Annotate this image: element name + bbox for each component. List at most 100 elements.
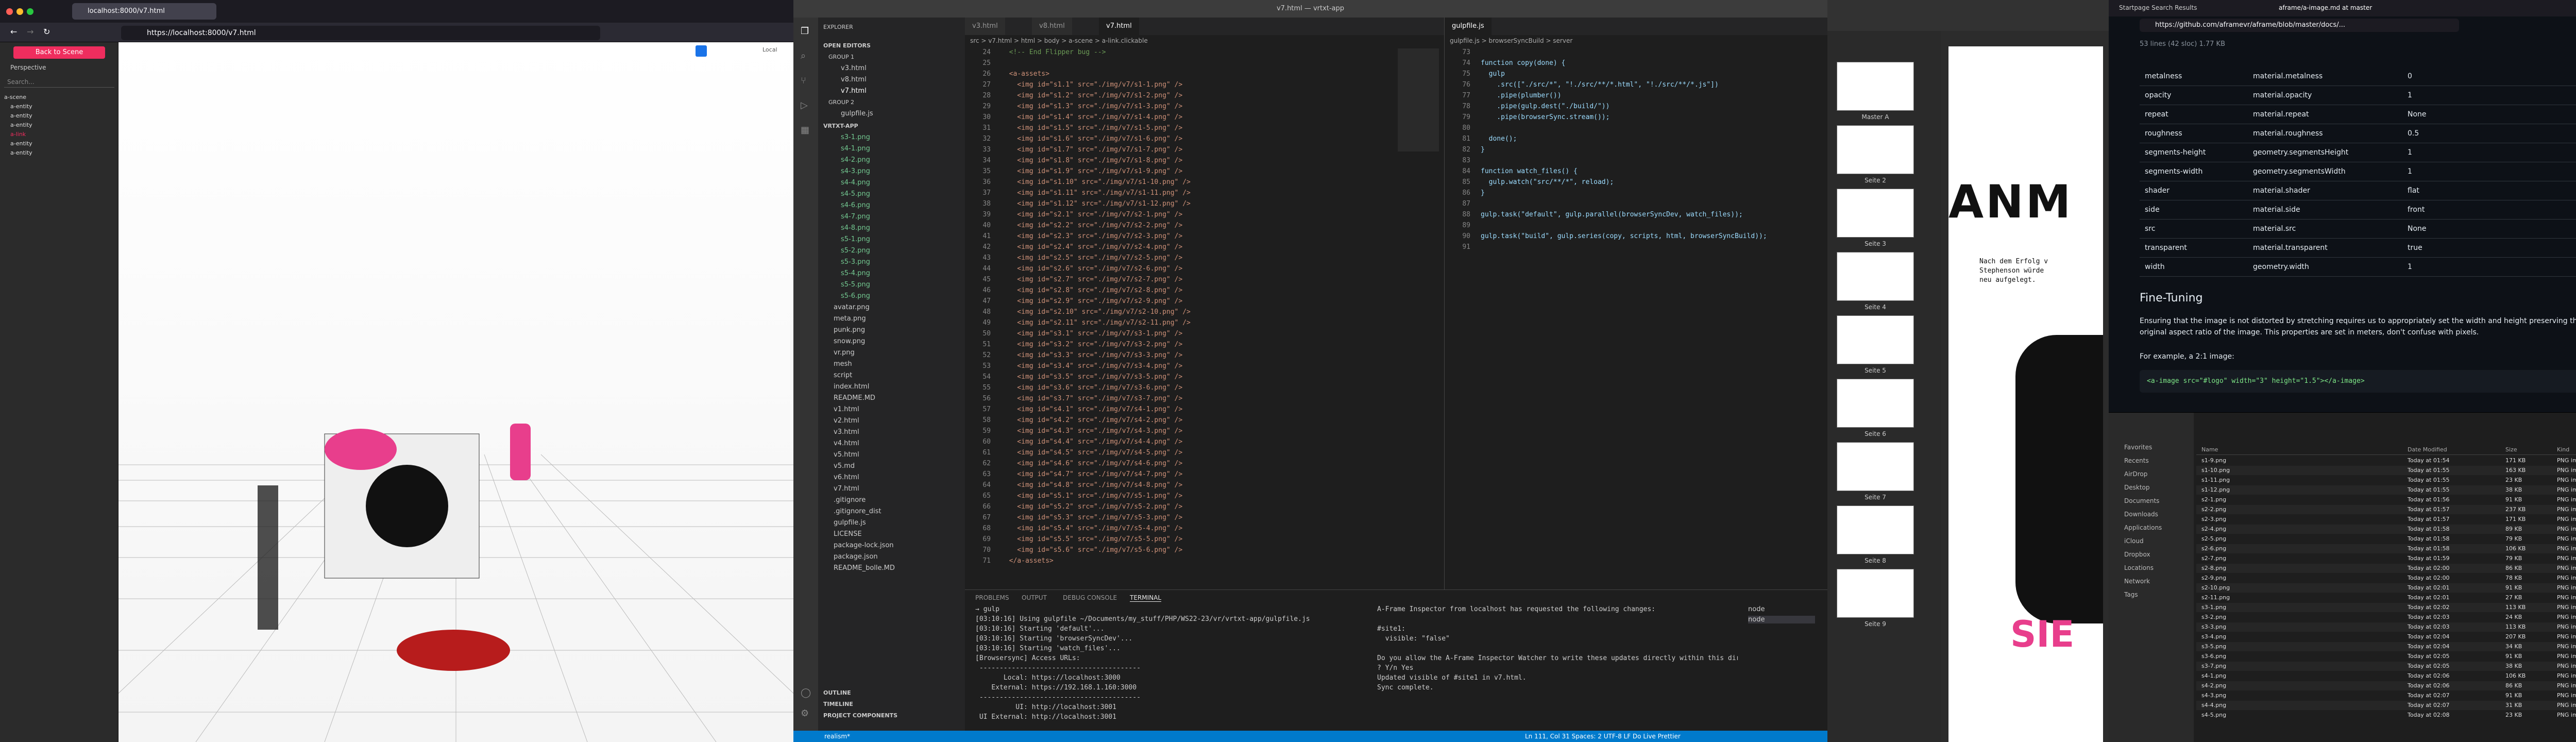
- file-item[interactable]: .gitignore_dist: [834, 506, 881, 517]
- file-row[interactable]: s2-6.png Today at 01:58 106 KB PNG image: [2196, 544, 2576, 553]
- file-item[interactable]: mesh: [834, 359, 852, 370]
- file-item[interactable]: s4-6.png: [841, 200, 870, 211]
- tree-item[interactable]: a-entity: [10, 112, 32, 119]
- close-icon[interactable]: [6, 8, 13, 15]
- file-item[interactable]: s5-1.png: [841, 234, 870, 245]
- file-row[interactable]: s3-4.png Today at 02:04 207 KB PNG image: [2196, 632, 2576, 642]
- open-file[interactable]: v7.html: [841, 86, 867, 97]
- breadcrumb-2[interactable]: gulpfile.js > browserSyncBuild > server: [1450, 37, 1572, 44]
- gear-icon[interactable]: ⚙: [801, 708, 809, 719]
- tree-item[interactable]: a-entity: [10, 103, 32, 110]
- project-header[interactable]: VRTXT-APP: [823, 121, 858, 132]
- tree-item[interactable]: a-entity: [10, 122, 32, 128]
- file-row[interactable]: s1-10.png Today at 01:55 163 KB PNG image: [2196, 466, 2576, 475]
- page-thumbnail[interactable]: [1837, 379, 1914, 428]
- file-row[interactable]: s3-3.png Today at 02:03 113 KB PNG image: [2196, 622, 2576, 632]
- file-row[interactable]: s2-2.png Today at 01:57 237 KB PNG image: [2196, 505, 2576, 514]
- browser-tab[interactable]: Startpage Search Results: [2119, 4, 2274, 11]
- editor-html[interactable]: v3.html v8.html v7.html src > v7.html > …: [965, 18, 1444, 589]
- breadcrumb[interactable]: src > v7.html > html > body > a-scene > …: [970, 37, 1148, 44]
- tab-output[interactable]: OUTPUT: [1022, 594, 1047, 601]
- back-to-scene-button[interactable]: Back to Scene: [13, 46, 105, 59]
- browser-tab[interactable]: localhost:8000/v7.html: [72, 3, 216, 20]
- forward-icon[interactable]: →: [27, 27, 33, 37]
- search-input[interactable]: Search...: [4, 76, 114, 88]
- file-row[interactable]: s4-4.png Today at 02:07 31 KB PNG image: [2196, 701, 2576, 710]
- outline-header[interactable]: OUTLINE: [823, 687, 851, 699]
- maximize-icon[interactable]: [27, 8, 33, 15]
- file-item[interactable]: index.html: [834, 381, 869, 393]
- col-kind[interactable]: Kind: [2557, 446, 2569, 453]
- minimap[interactable]: [1398, 48, 1439, 151]
- file-row[interactable]: s4-2.png Today at 02:06 86 KB PNG image: [2196, 681, 2576, 690]
- page-thumbnail[interactable]: [1837, 125, 1914, 174]
- file-row[interactable]: s1-11.png Today at 01:55 23 KB PNG image: [2196, 476, 2576, 485]
- file-item[interactable]: avatar.png: [834, 302, 870, 313]
- move-tool-icon[interactable]: [696, 45, 707, 57]
- file-item[interactable]: s4-7.png: [841, 211, 870, 223]
- editor-gulpfile[interactable]: gulpfile.js gulpfile.js > browserSyncBui…: [1444, 18, 1827, 589]
- file-row[interactable]: s4-5.png Today at 02:08 23 KB PNG image: [2196, 711, 2576, 720]
- file-item[interactable]: s4-1.png: [841, 143, 870, 155]
- col-name[interactable]: Name: [2201, 446, 2218, 453]
- project-components-header[interactable]: PROJECT COMPONENTS: [823, 710, 897, 721]
- tree-item[interactable]: a-entity: [10, 140, 32, 147]
- file-row[interactable]: s3-6.png Today at 02:05 91 KB PNG image: [2196, 652, 2576, 661]
- file-row[interactable]: s2-10.png Today at 02:01 91 KB PNG image: [2196, 583, 2576, 593]
- account-icon[interactable]: ◯: [801, 687, 811, 698]
- file-row[interactable]: s2-5.png Today at 01:58 79 KB PNG image: [2196, 534, 2576, 544]
- file-item[interactable]: v6.html: [834, 472, 859, 483]
- file-item[interactable]: s5-4.png: [841, 268, 870, 279]
- tree-item[interactable]: a-scene: [4, 94, 26, 100]
- open-file[interactable]: v8.html: [841, 74, 867, 86]
- file-item[interactable]: README_bolle.MD: [834, 563, 895, 574]
- file-item[interactable]: s4-5.png: [841, 189, 870, 200]
- page-thumbnail[interactable]: [1837, 189, 1914, 238]
- file-row[interactable]: s3-1.png Today at 02:02 113 KB PNG image: [2196, 603, 2576, 612]
- file-item[interactable]: s3-1.png: [841, 132, 870, 143]
- tree-item[interactable]: a-link: [10, 131, 26, 138]
- tab-v7-html[interactable]: v7.html: [1099, 18, 1140, 35]
- file-row[interactable]: s1-12.png Today at 01:55 38 KB PNG image: [2196, 485, 2576, 495]
- file-item[interactable]: README.MD: [834, 393, 875, 404]
- minimize-icon[interactable]: [16, 8, 23, 15]
- tab-v3-html[interactable]: v3.html: [965, 18, 1006, 35]
- search-icon[interactable]: ⌕: [801, 50, 806, 61]
- file-row[interactable]: s3-2.png Today at 02:03 24 KB PNG image: [2196, 613, 2576, 622]
- file-item[interactable]: v1.html: [834, 404, 859, 415]
- file-row[interactable]: s2-8.png Today at 02:00 86 KB PNG image: [2196, 564, 2576, 573]
- file-item[interactable]: s4-3.png: [841, 166, 870, 177]
- col-size[interactable]: Size: [2505, 446, 2517, 453]
- file-item[interactable]: s5-6.png: [841, 291, 870, 302]
- terminal-right[interactable]: A-Frame Inspector from localhost has req…: [1377, 605, 1738, 729]
- file-row[interactable]: s3-5.png Today at 02:04 34 KB PNG image: [2196, 642, 2576, 651]
- file-item[interactable]: v3.html: [834, 427, 859, 438]
- url-bar[interactable]: https://github.com/aframevr/aframe/blob/…: [2140, 19, 2459, 32]
- file-item[interactable]: v5.html: [834, 449, 859, 461]
- file-item[interactable]: s5-3.png: [841, 257, 870, 268]
- git-branch[interactable]: realism*: [824, 731, 850, 742]
- red-disc[interactable]: [397, 630, 510, 671]
- tab-terminal[interactable]: TERMINAL: [1130, 594, 1162, 602]
- timeline-header[interactable]: TIMELINE: [823, 699, 853, 710]
- code-area-2[interactable]: 73 74 function copy(done) {75 gulp 76 .src(…: [1445, 48, 1827, 589]
- file-item[interactable]: v7.html: [834, 483, 859, 495]
- file-row[interactable]: s2-9.png Today at 02:00 78 KB PNG image: [2196, 574, 2576, 583]
- file-item[interactable]: v4.html: [834, 438, 859, 449]
- col-date[interactable]: Date Modified: [2408, 446, 2447, 453]
- url-bar[interactable]: https://localhost:8000/v7.html: [121, 26, 600, 40]
- file-item[interactable]: s4-8.png: [841, 223, 870, 234]
- file-item[interactable]: package.json: [834, 551, 878, 563]
- extensions-icon[interactable]: ▦: [801, 125, 809, 136]
- file-item[interactable]: meta.png: [834, 313, 866, 325]
- tab-v8-html[interactable]: v8.html: [1032, 18, 1073, 35]
- file-row[interactable]: s3-7.png Today at 02:05 38 KB PNG image: [2196, 662, 2576, 671]
- git-icon[interactable]: ⑂: [801, 75, 806, 86]
- aframe-scene-viewport[interactable]: [118, 42, 793, 742]
- file-item[interactable]: vr.png: [834, 347, 855, 359]
- page-thumbnail[interactable]: [1837, 62, 1914, 111]
- browser-tab[interactable]: aframe/a-image.md at master: [2279, 4, 2423, 11]
- file-row[interactable]: s2-4.png Today at 01:58 89 KB PNG image: [2196, 525, 2576, 534]
- page-thumbnail[interactable]: [1837, 505, 1914, 554]
- page-thumbnail[interactable]: [1837, 252, 1914, 301]
